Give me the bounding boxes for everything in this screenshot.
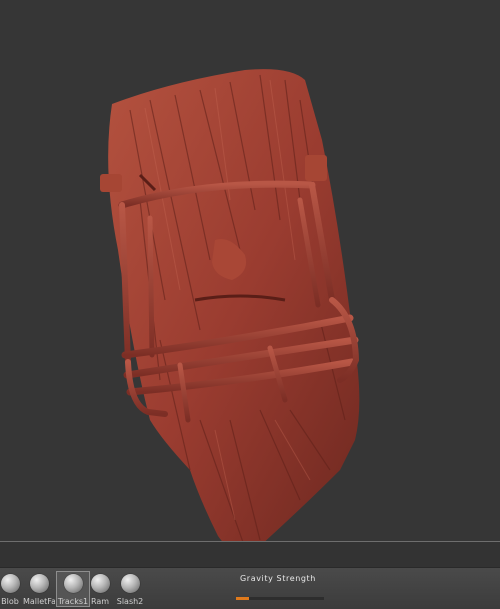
right-helmet-clip <box>305 155 327 181</box>
brush-label: MalletFa <box>23 597 55 606</box>
viewport-footer <box>0 542 500 567</box>
ram-brush-icon <box>90 574 110 593</box>
brush-ram[interactable]: Ram <box>84 572 116 608</box>
head-mesh <box>108 69 360 541</box>
slash-brush-icon <box>120 574 140 593</box>
gravity-strength-label: Gravity Strength <box>240 574 316 583</box>
gravity-strength-slider[interactable] <box>236 597 324 600</box>
tracks-brush-icon <box>63 574 83 593</box>
left-helmet-clip <box>100 174 122 192</box>
sculpt-model <box>100 69 360 541</box>
blob-brush-icon <box>0 574 20 593</box>
brush-malletfa[interactable]: MalletFa <box>23 572 55 608</box>
brush-label: Ram <box>90 597 110 606</box>
brush-label: Slash2 <box>116 597 144 606</box>
brush-slash2[interactable]: Slash2 <box>114 572 146 608</box>
gravity-strength-fill <box>236 597 250 600</box>
sculpt-viewport[interactable] <box>0 0 500 541</box>
mallet-brush-icon <box>29 574 49 593</box>
